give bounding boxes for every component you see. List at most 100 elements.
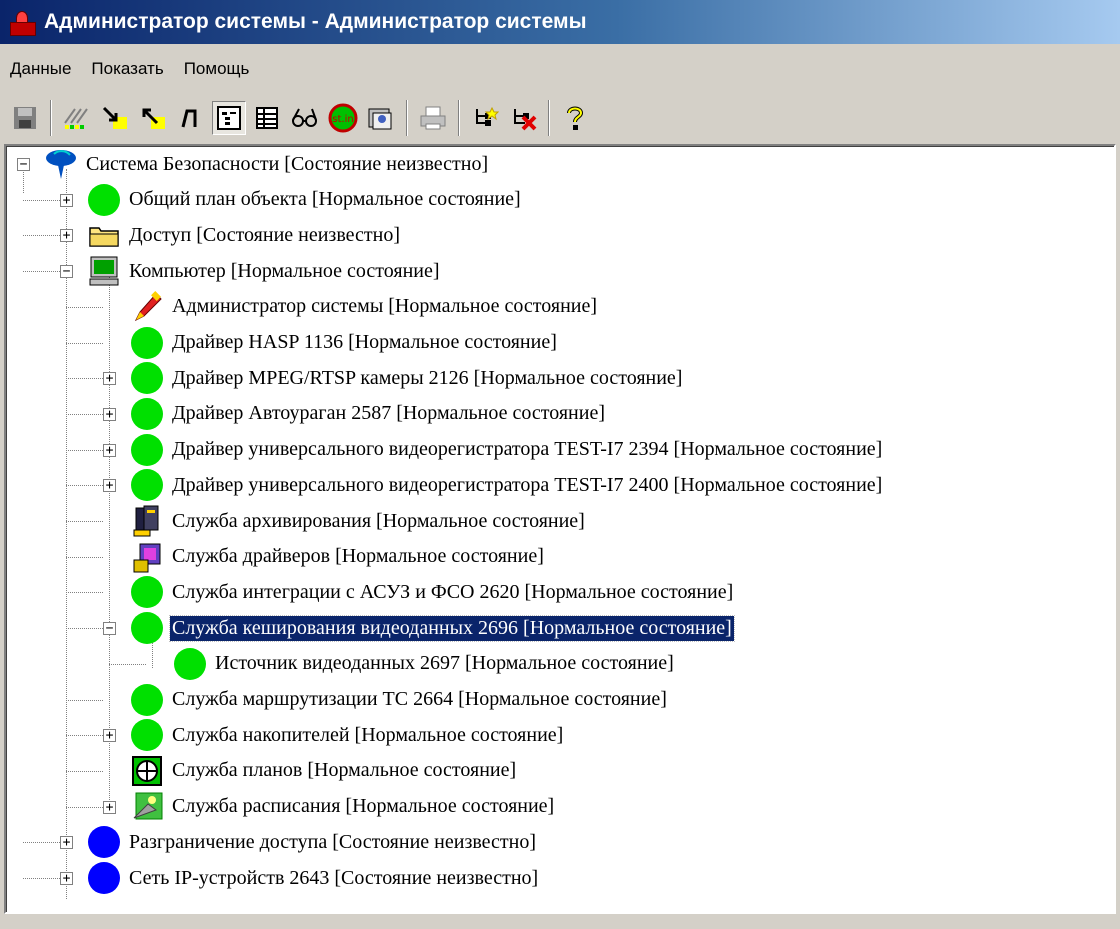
expand-icon[interactable]: + <box>103 407 116 421</box>
tree-node-label: Система Безопасности [Состояние неизвест… <box>86 152 489 175</box>
tree-node[interactable]: Служба интеграции с АСУЗ и ФСО 2620 [Нор… <box>130 574 735 610</box>
expand-icon[interactable]: + <box>60 836 73 850</box>
pulse-button[interactable] <box>174 101 208 135</box>
tree-line <box>66 628 103 630</box>
tree-node[interactable]: Разграничение доступа [Состояние неизвес… <box>87 824 538 860</box>
green-circle-icon <box>87 183 121 217</box>
view-details-button[interactable] <box>288 101 322 135</box>
app-icon <box>8 8 36 36</box>
blue-circle-icon <box>87 825 121 859</box>
tree-node-label: Драйвер MPEG/RTSP камеры 2126 [Нормально… <box>172 366 683 389</box>
card-button[interactable] <box>364 101 398 135</box>
tree-line <box>66 413 103 415</box>
add-node-button[interactable] <box>468 101 502 135</box>
toolbar-separator <box>548 100 550 136</box>
tree-node-label: Служба планов [Нормальное состояние] <box>172 759 517 782</box>
collapse-icon[interactable]: − <box>17 158 30 171</box>
delete-node-button[interactable] <box>506 101 540 135</box>
pulse-icon <box>181 109 197 128</box>
tree-node-label: Доступ [Состояние неизвестно] <box>129 223 401 246</box>
glasses-icon <box>292 108 317 127</box>
tree-node[interactable]: Драйвер универсального видеорегистратора… <box>130 432 884 468</box>
tree-node-label: Служба архивирования [Нормальное состоян… <box>172 509 585 532</box>
hatch-button[interactable] <box>60 101 94 135</box>
tree-node[interactable]: Служба накопителей [Нормальное состояние… <box>130 717 565 753</box>
drivers-icon <box>130 540 164 574</box>
collapse-icon[interactable]: − <box>60 265 73 279</box>
menu-help[interactable]: Помощь <box>174 55 260 83</box>
tree-node-label: Служба кеширования видеоданных 2696 [Нор… <box>169 614 735 642</box>
tree-node[interactable]: Драйвер HASP 1136 [Нормальное состояние] <box>130 325 559 361</box>
tree-node-label: Драйвер универсального видеорегистратора… <box>172 438 883 461</box>
tree-node-label: Компьютер [Нормальное состояние] <box>129 259 440 282</box>
tree-node[interactable]: Служба архивирования [Нормальное состоян… <box>130 503 587 539</box>
tree-node[interactable]: Служба планов [Нормальное состояние] <box>130 753 518 789</box>
arrow-up-left-icon <box>142 108 165 129</box>
tree-node[interactable]: Служба маршрутизации ТС 2664 [Нормальное… <box>130 682 669 718</box>
expand-icon[interactable]: + <box>103 443 116 457</box>
collapse-icon[interactable]: − <box>103 622 116 636</box>
move-up-button[interactable] <box>136 101 170 135</box>
tree-node[interactable]: Драйвер Автоураган 2587 [Нормальное сост… <box>130 396 607 432</box>
admin-pen-icon <box>130 290 164 324</box>
tree-node-label: Служба драйверов [Нормальное состояние] <box>172 545 544 568</box>
expand-icon[interactable]: + <box>103 372 116 386</box>
tree-line <box>66 699 103 701</box>
move-down-button[interactable] <box>98 101 132 135</box>
tree-node[interactable]: Драйвер MPEG/RTSP камеры 2126 [Нормально… <box>130 360 684 396</box>
system-tree[interactable]: Система Безопасности [Состояние неизвест… <box>4 144 1116 914</box>
tree-node[interactable]: Администратор системы [Нормальное состоя… <box>130 289 599 325</box>
table-view-icon <box>256 107 278 129</box>
title-bar[interactable]: Администратор системы - Администратор си… <box>0 0 1120 44</box>
green-circle-icon <box>130 468 164 502</box>
tree-node[interactable]: Служба расписания [Нормальное состояние] <box>130 789 556 825</box>
expand-icon[interactable]: + <box>60 229 73 243</box>
tree-node-label: Служба расписания [Нормальное состояние] <box>172 795 555 818</box>
tree-node[interactable]: Служба кеширования видеоданных 2696 [Нор… <box>130 610 735 646</box>
tree-line <box>23 199 60 201</box>
tree-line <box>23 842 60 844</box>
green-circle-icon <box>130 575 164 609</box>
tree-node-label: Источник видеоданных 2697 [Нормальное со… <box>215 652 674 675</box>
tree-node-label: Драйвер Автоураган 2587 [Нормальное сост… <box>172 402 605 425</box>
tree-node-label: Служба маршрутизации ТС 2664 [Нормальное… <box>172 688 667 710</box>
tree-node[interactable]: Доступ [Состояние неизвестно] <box>87 217 402 253</box>
tree-node[interactable]: Источник видеоданных 2697 [Нормальное со… <box>173 646 676 682</box>
tree-node[interactable]: Служба драйверов [Нормальное состояние] <box>130 539 546 575</box>
window-title: Администратор системы - Администратор си… <box>44 10 587 33</box>
table-view-button[interactable] <box>250 101 284 135</box>
folder-icon <box>87 218 121 252</box>
tree-node[interactable]: Система Безопасности [Состояние неизвест… <box>44 146 490 182</box>
save-button[interactable] <box>8 101 42 135</box>
tree-node-label: Служба накопителей [Нормальное состояние… <box>172 723 564 746</box>
tree-line <box>66 770 103 772</box>
hatch-icon <box>64 108 88 129</box>
print-icon <box>420 106 446 130</box>
tree-line <box>66 306 103 308</box>
card-icon <box>368 108 392 130</box>
print-button[interactable] <box>416 101 450 135</box>
state-button[interactable]: st.in <box>326 101 360 135</box>
green-circle-icon <box>130 433 164 467</box>
help-button[interactable] <box>558 101 592 135</box>
menu-show[interactable]: Показать <box>81 55 173 83</box>
save-icon <box>14 107 36 129</box>
menu-data[interactable]: Данные <box>0 55 81 83</box>
plans-icon <box>130 754 164 788</box>
green-circle-icon <box>130 611 164 645</box>
tree-node[interactable]: Сеть IP-устройств 2643 [Состояние неизве… <box>87 860 540 896</box>
delete-node-icon <box>514 109 537 131</box>
tree-node[interactable]: Драйвер универсального видеорегистратора… <box>130 467 884 503</box>
tree-node[interactable]: Компьютер [Нормальное состояние] <box>87 253 442 289</box>
green-circle-icon <box>130 361 164 395</box>
expand-icon[interactable]: + <box>60 193 73 207</box>
expand-icon[interactable]: + <box>103 800 116 814</box>
tree-node[interactable]: Общий план объекта [Нормальное состояние… <box>87 182 523 218</box>
tree-view-button[interactable] <box>212 101 246 135</box>
tree-node-label: Администратор системы [Нормальное состоя… <box>172 295 598 318</box>
archive-icon <box>130 504 164 538</box>
tree-line <box>66 592 103 594</box>
expand-icon[interactable]: + <box>103 729 116 743</box>
expand-icon[interactable]: + <box>103 479 116 493</box>
expand-icon[interactable]: + <box>60 872 73 885</box>
